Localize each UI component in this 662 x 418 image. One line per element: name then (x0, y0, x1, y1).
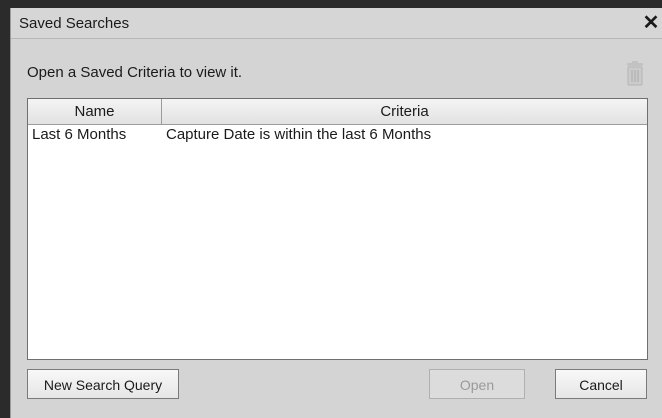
open-button[interactable]: Open (429, 369, 525, 399)
new-search-query-button[interactable]: New Search Query (27, 369, 179, 399)
saved-searches-dialog: Saved Searches ✕ Open a Saved Criteria t… (10, 8, 662, 418)
trash-icon[interactable] (623, 60, 647, 88)
dialog-titlebar: Saved Searches ✕ (11, 8, 662, 39)
row-name-cell: Last 6 Months (32, 126, 127, 143)
close-icon[interactable]: ✕ (639, 11, 662, 35)
dialog-title: Saved Searches (19, 15, 130, 32)
cancel-button[interactable]: Cancel (555, 369, 647, 399)
table-header: Name Criteria (28, 99, 647, 125)
column-header-criteria[interactable]: Criteria (162, 99, 647, 124)
table-row[interactable]: Last 6 Months Capture Date is within the… (28, 125, 647, 147)
row-criteria-cell: Capture Date is within the last 6 Months (166, 126, 432, 143)
saved-searches-table: Name Criteria Last 6 Months Capture Date… (27, 98, 648, 360)
column-header-name[interactable]: Name (28, 99, 162, 124)
instruction-text: Open a Saved Criteria to view it. (27, 64, 243, 81)
